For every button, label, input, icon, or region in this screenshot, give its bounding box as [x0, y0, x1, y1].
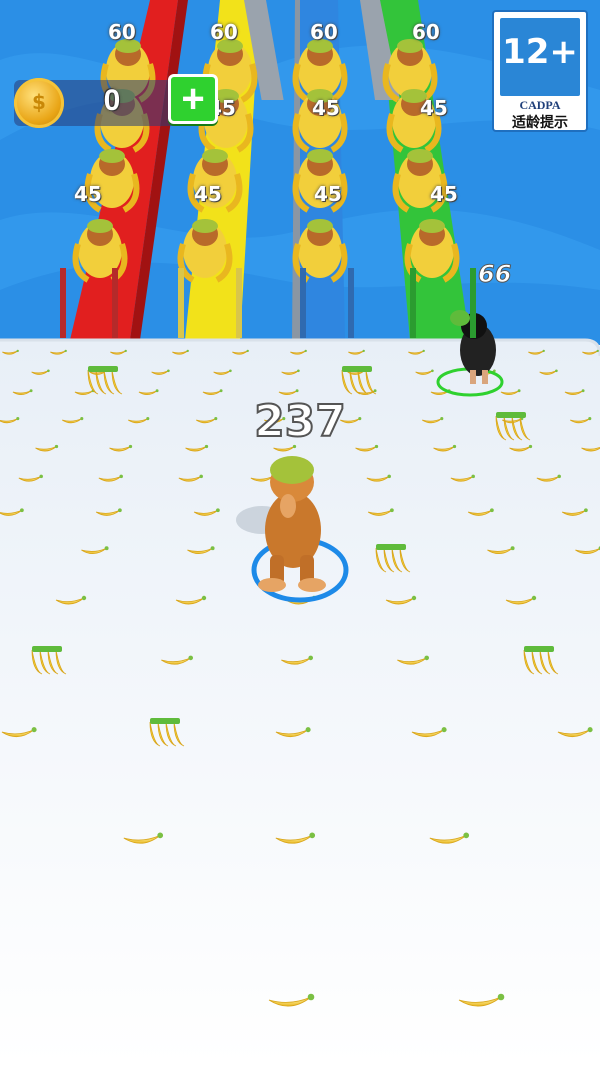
game-scene: [0, 0, 600, 1066]
plus-icon: +: [181, 77, 205, 121]
player-score: 237: [253, 395, 347, 448]
lane-blue-bottom-label: 45: [314, 182, 342, 206]
coin-count: 0: [103, 84, 121, 117]
coin-icon: $: [14, 78, 64, 128]
lane-red-top-label: 60: [108, 20, 136, 44]
age-rating-org: CADPA: [519, 98, 561, 112]
lane-green-top-label: 60: [412, 20, 440, 44]
age-rating-value: 12+: [502, 32, 578, 72]
age-rating-badge: 12+ CADPA 适龄提示: [492, 10, 588, 132]
add-coins-button[interactable]: +: [168, 74, 218, 124]
lane-red-bottom-label: 45: [74, 182, 102, 206]
lane-green-bottom-label: 45: [430, 182, 458, 206]
rival-score: 66: [477, 260, 512, 289]
lane-yellow-bottom-label: 45: [194, 182, 222, 206]
lane-green-mid-label: 45: [420, 96, 448, 120]
age-rating-icon: 12+: [500, 18, 580, 96]
arena-floor: [0, 340, 600, 1066]
age-rating-note: 适龄提示: [512, 114, 568, 130]
lane-blue-top-label: 60: [310, 20, 338, 44]
lane-blue-mid-label: 45: [312, 96, 340, 120]
lane-yellow-top-label: 60: [210, 20, 238, 44]
coin-glyph: $: [32, 90, 46, 114]
